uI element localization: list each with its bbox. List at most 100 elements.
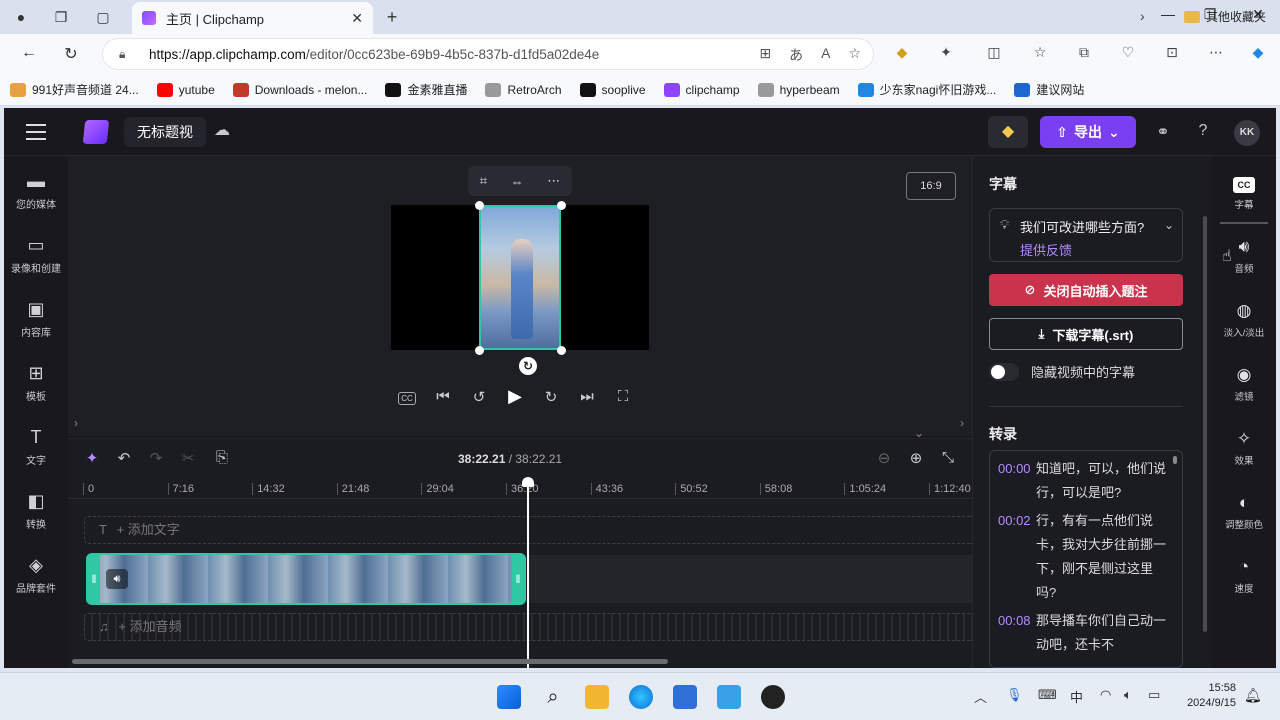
forward-5-icon[interactable]: ↻ [542,388,560,406]
minimize-icon[interactable]: — [1148,6,1188,22]
menu-icon[interactable] [26,124,46,140]
timeline-horizontal-scrollbar[interactable] [72,659,668,664]
transcript-timestamp[interactable]: 00:00 [998,457,1036,505]
transcript-scrollbar-thumb[interactable] [1173,456,1177,464]
avatar[interactable]: KK [1234,120,1260,146]
browser-tab-clipchamp[interactable]: 主页 | Clipchamp ✕ [132,2,373,34]
bookmark-item[interactable]: 金素雅直播 [385,81,467,98]
reload-icon[interactable]: ↻ [60,44,82,64]
export-button[interactable]: ⇧ 导出 ⌄ [1040,116,1136,148]
bookmark-item[interactable]: sooplive [579,82,646,97]
resize-handle-tl[interactable] [475,201,484,210]
redo-icon[interactable]: ↷ [146,449,166,467]
project-title[interactable]: 无标题视 [124,117,206,147]
collections-icon[interactable]: ⧉ [1074,44,1094,61]
battery-icon[interactable]: ▭ [1148,687,1160,703]
left-nav-item[interactable]: ▣ 内容库 [4,298,68,339]
selected-video-clip[interactable] [479,205,561,350]
edge-browser-icon[interactable] [629,685,653,709]
feedback-link[interactable]: 提供反馈 [1020,240,1182,259]
transcript-timestamp[interactable]: 00:02 [998,509,1036,605]
extension-icon-1[interactable]: ◆ [892,44,912,61]
rotate-handle-icon[interactable]: ↻ [519,357,537,375]
playhead[interactable] [522,477,534,668]
collapse-right-panel-icon[interactable]: › [960,416,964,430]
help-icon[interactable]: ? [1192,122,1214,140]
resize-handle-bl[interactable] [475,346,484,355]
fit-timeline-icon[interactable]: ⤡ [938,449,958,466]
file-explorer-icon[interactable] [585,685,609,709]
taskbar-clock[interactable]: 15:58 2024/9/15 [1176,681,1236,711]
transcript-entry[interactable]: 00:02 行，有有一点他们说卡，我对大步往前挪一下，刚不是侧过这里吗? [998,509,1168,605]
rewind-5-icon[interactable]: ↺ [470,388,488,406]
obs-app-icon[interactable] [761,685,785,709]
remote-desktop-icon[interactable] [717,685,741,709]
bookmarks-more-icon[interactable]: › [1140,8,1145,24]
rail-item[interactable]: ◐ 调整颜色 [1212,492,1276,531]
copilot-icon[interactable]: ◆ [1248,44,1268,61]
more-options-icon[interactable]: ⋯ [547,173,560,189]
left-nav-item[interactable]: ▭ 录像和创建 [4,234,68,275]
bookmark-item[interactable]: RetroArch [485,82,562,97]
volume-icon[interactable]: 🔈︎ [1124,687,1132,703]
other-bookmarks[interactable]: 其他收藏夹 [1184,8,1266,25]
rail-item[interactable]: CC 字幕 [1212,172,1276,211]
expand-left-panel-icon[interactable]: › [74,416,78,430]
zoom-in-icon[interactable]: ⊕ [906,449,926,467]
zoom-out-icon[interactable]: ⊖ [874,449,894,467]
skip-start-icon[interactable]: ⏮ [434,388,452,405]
hide-captions-toggle[interactable] [989,362,1019,381]
left-nav-item[interactable]: T 文字 [4,426,68,467]
left-nav-item[interactable]: ◧ 转换 [4,490,68,531]
clip-volume-icon[interactable]: 🔊︎ [106,569,128,589]
fullscreen-icon[interactable]: ⛶ [614,388,632,405]
rail-item[interactable]: ◉ 滤镜 [1212,364,1276,403]
chevron-down-icon[interactable]: ⌄ [1164,218,1174,232]
ime-indicator[interactable]: 中 [1070,687,1083,706]
video-track-clip[interactable]: ‖ 🔊︎ ‖ [86,553,526,605]
split-screen-icon[interactable]: ◫ [984,44,1004,61]
transcript-list[interactable]: 00:00 知道吧，可以，他们说行，可以是吧? 00:02 行，有有一点他们说卡，我对… [989,450,1183,668]
skip-end-icon[interactable]: ⏭ [578,388,596,405]
screenshot-icon[interactable]: ⊡ [1162,44,1182,61]
transcript-entry[interactable]: 00:00 知道吧，可以，他们说行，可以是吧? [998,457,1168,505]
new-tab-icon[interactable]: + [383,8,401,26]
back-icon[interactable]: ← [18,44,40,62]
share-icon[interactable]: ⚭ [1152,122,1174,142]
resize-handle-br[interactable] [557,346,566,355]
undo-icon[interactable]: ↶ [114,449,134,467]
bookmark-item[interactable]: 少东家nagi怀旧游戏... [857,81,996,98]
bookmark-item[interactable]: hyperbeam [757,82,840,97]
url-field[interactable]: 🔒︎ https://app.clipchamp.com /editor/0cc… [102,38,874,70]
bookmark-item[interactable]: yutube [156,82,215,97]
panel-scrollbar[interactable] [1203,216,1207,632]
tab-close-icon[interactable]: ✕ [351,10,363,27]
transcript-timestamp[interactable]: 00:08 [998,609,1036,657]
clip-trim-right-handle[interactable]: ‖ [512,555,524,603]
bookmark-item[interactable]: clipchamp [663,82,740,97]
notification-bell-icon[interactable]: 🔔︎ [1244,687,1262,704]
premium-diamond-button[interactable]: ◆ [988,116,1028,148]
wifi-icon[interactable]: ◠ [1100,687,1111,703]
feedback-card[interactable]: 💡︎ 我们可改进哪些方面? 提供反馈 ⌄ [989,208,1183,262]
left-nav-item[interactable]: ⊞ 模板 [4,362,68,403]
rail-item[interactable]: ◔ 速度 [1212,556,1276,595]
bookmark-item[interactable]: 建议网站 [1014,81,1084,98]
favorite-star-icon[interactable]: ☆ [848,45,861,65]
extensions-puzzle-icon[interactable]: ✦ [936,44,956,61]
disable-auto-captions-button[interactable]: ⊘ 关闭自动插入题注 [989,274,1183,306]
play-icon[interactable]: ▶ [506,386,524,407]
bookmark-item[interactable]: 991好声音频道 24... [10,81,139,98]
profile-icon[interactable]: ● [12,8,30,26]
cloud-sync-off-icon[interactable]: ☁︎ [214,120,230,140]
rail-item[interactable]: ◍ 淡入/淡出 [1212,300,1276,339]
tab-actions-icon[interactable]: ▢ [94,8,112,26]
more-menu-icon[interactable]: ⋯ [1206,44,1226,61]
add-media-icon[interactable]: ⎘ [212,449,232,466]
aspect-ratio-button[interactable]: 16:9 [906,172,956,200]
rail-item[interactable]: ✧ 效果 [1212,428,1276,467]
split-scissors-icon[interactable]: ✂ [178,449,198,467]
download-captions-button[interactable]: ⤓ 下载字幕(.srt) [989,318,1183,350]
timeline-ruler[interactable]: 0 7:16 14:32 21:48 29:04 36:20 43:36 50:52 58:08… [68,479,972,499]
workspaces-icon[interactable]: ❐ [52,8,70,26]
